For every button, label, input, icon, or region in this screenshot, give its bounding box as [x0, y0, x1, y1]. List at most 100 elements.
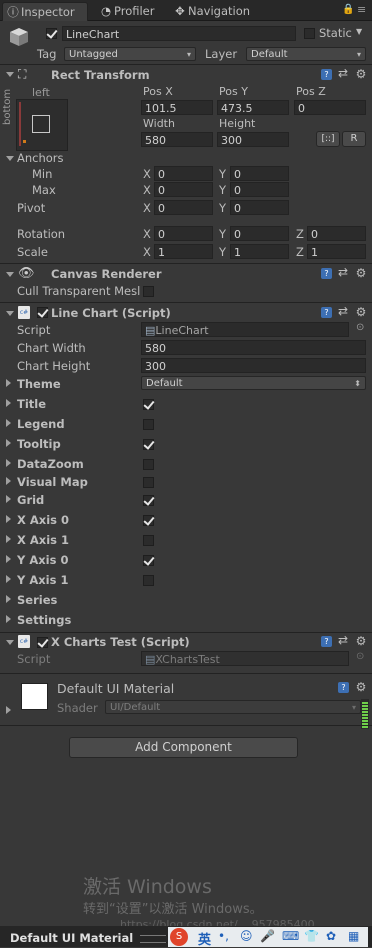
line-chart-enabled-checkbox[interactable] [37, 307, 48, 318]
shader-dropdown[interactable]: UI/Default ▾ [105, 700, 361, 714]
property-toggle-checkbox[interactable] [143, 575, 154, 586]
help-book-icon[interactable]: ? [321, 636, 332, 647]
foldout-arrow-icon[interactable] [6, 72, 14, 77]
rotation-x-axis-label: X [143, 227, 151, 241]
series-foldout-arrow-icon[interactable] [6, 595, 11, 603]
foldout-arrow-icon[interactable] [6, 459, 11, 467]
foldout-arrow-icon[interactable] [6, 515, 11, 523]
max-label: Max [32, 183, 56, 197]
property-toggle-checkbox[interactable] [143, 555, 154, 566]
foldout-arrow-icon[interactable] [6, 439, 11, 447]
scale-z-field[interactable]: 1 [307, 244, 366, 259]
property-toggle-checkbox[interactable] [143, 515, 154, 526]
object-name-field[interactable]: LineChart [62, 26, 296, 41]
tab-navigation[interactable]: ✥ Navigation [170, 2, 250, 20]
rotation-x-field[interactable]: 0 [154, 226, 213, 241]
help-book-icon[interactable]: ? [321, 268, 332, 279]
preset-sliders-icon[interactable]: ⇄ [338, 265, 348, 279]
material-foldout-arrow-icon[interactable] [6, 706, 11, 714]
scale-y-field[interactable]: 1 [230, 244, 289, 259]
min-y-field[interactable]: 0 [230, 166, 289, 181]
property-toggle-checkbox[interactable] [143, 495, 154, 506]
foldout-arrow-icon[interactable] [6, 272, 14, 277]
chart-width-field[interactable]: 580 [141, 340, 366, 355]
tab-profiler[interactable]: ◔ Profiler [96, 2, 155, 20]
property-toggle-checkbox[interactable] [143, 439, 154, 450]
width-field[interactable]: 580 [141, 132, 213, 147]
theme-foldout-arrow-icon[interactable] [6, 379, 11, 387]
property-toggle-checkbox[interactable] [143, 477, 154, 488]
punctuation-icon[interactable]: •, [218, 929, 229, 943]
property-toggle-checkbox[interactable] [143, 459, 154, 470]
property-toggle-checkbox[interactable] [143, 419, 154, 430]
blueprint-mode-button[interactable]: [::] [316, 131, 340, 147]
skin-icon[interactable]: 👕 [304, 929, 319, 943]
toolbox-icon[interactable]: ✿ [326, 929, 336, 943]
height-field[interactable]: 300 [217, 132, 289, 147]
rotation-y-field[interactable]: 0 [230, 226, 289, 241]
chart-height-field[interactable]: 300 [141, 358, 366, 373]
theme-dropdown[interactable]: Default ⬍ [141, 376, 366, 390]
gear-icon[interactable]: ⚙ [355, 267, 367, 279]
property-toggle-checkbox[interactable] [143, 399, 154, 410]
foldout-arrow-icon[interactable] [6, 311, 14, 316]
static-checkbox[interactable] [304, 28, 315, 39]
foldout-arrow-icon[interactable] [6, 399, 11, 407]
cull-transparent-mesh-checkbox[interactable] [143, 286, 154, 297]
foldout-arrow-icon[interactable] [6, 477, 11, 485]
ime-language-indicator[interactable]: 英 [198, 929, 211, 948]
keyboard-icon[interactable]: ⌨ [282, 929, 299, 943]
foldout-arrow-icon[interactable] [6, 495, 11, 503]
foldout-arrow-icon[interactable] [6, 555, 11, 563]
gear-icon[interactable]: ⚙ [355, 635, 367, 647]
microphone-icon[interactable]: 🎤 [260, 929, 275, 943]
menu-icon[interactable]: ≡ [357, 3, 366, 16]
help-book-icon[interactable]: ? [321, 307, 332, 318]
gear-icon[interactable]: ⚙ [355, 68, 367, 80]
tab-inspector[interactable]: ⓘ Inspector [2, 2, 88, 21]
static-dropdown-arrow-icon[interactable]: ▼ [356, 27, 362, 36]
max-y-field[interactable]: 0 [230, 182, 289, 197]
pos-x-field[interactable]: 101.5 [141, 100, 213, 115]
min-x-field[interactable]: 0 [154, 166, 213, 181]
pos-y-field[interactable]: 473.5 [217, 100, 289, 115]
script-object-field[interactable]: ▤LineChart [141, 322, 349, 337]
anchor-presets-button[interactable] [16, 99, 68, 151]
settings-foldout-arrow-icon[interactable] [6, 615, 11, 623]
help-book-icon[interactable]: ? [321, 69, 332, 80]
foldout-arrow-icon[interactable] [6, 535, 11, 543]
pos-x-label: Pos X [143, 85, 173, 98]
emoji-icon[interactable]: ☺ [240, 929, 253, 943]
lock-icon[interactable]: 🔒 [342, 4, 354, 15]
gear-icon[interactable]: ⚙ [355, 681, 367, 693]
rotation-z-field[interactable]: 0 [307, 226, 366, 241]
pivot-label: Pivot [17, 201, 46, 215]
resize-handle-icon[interactable] [140, 935, 166, 943]
max-x-field[interactable]: 0 [154, 182, 213, 197]
preset-sliders-icon[interactable]: ⇄ [338, 66, 348, 80]
object-picker-icon[interactable]: ⊙ [356, 322, 364, 333]
xcharts-test-enabled-checkbox[interactable] [37, 637, 48, 648]
property-toggle-checkbox[interactable] [143, 535, 154, 546]
activate-windows-subtitle: 转到“设置”以激活 Windows。 [83, 902, 263, 917]
scale-x-field[interactable]: 1 [154, 244, 213, 259]
help-book-icon[interactable]: ? [338, 682, 349, 693]
layer-dropdown[interactable]: Default ▾ [246, 47, 366, 61]
pivot-x-field[interactable]: 0 [154, 200, 213, 215]
foldout-arrow-icon[interactable] [6, 575, 11, 583]
sogou-ime-icon[interactable]: S [170, 928, 188, 946]
preset-sliders-icon[interactable]: ⇄ [338, 304, 348, 318]
foldout-arrow-icon[interactable] [6, 419, 11, 427]
grid-menu-icon[interactable]: ▦ [348, 929, 359, 943]
gear-icon[interactable]: ⚙ [355, 306, 367, 318]
anchors-foldout-arrow-icon[interactable] [6, 156, 14, 161]
pos-z-field[interactable]: 0 [294, 100, 366, 115]
pivot-y-field[interactable]: 0 [230, 200, 289, 215]
tag-dropdown[interactable]: Untagged ▾ [64, 47, 196, 61]
raw-edit-button[interactable]: R [342, 131, 366, 147]
preset-sliders-icon[interactable]: ⇄ [338, 633, 348, 647]
foldout-arrow-icon[interactable] [6, 640, 14, 645]
add-component-button[interactable]: Add Component [69, 737, 298, 758]
active-checkbox[interactable] [46, 28, 57, 39]
pivot-x-axis-label: X [143, 201, 151, 215]
